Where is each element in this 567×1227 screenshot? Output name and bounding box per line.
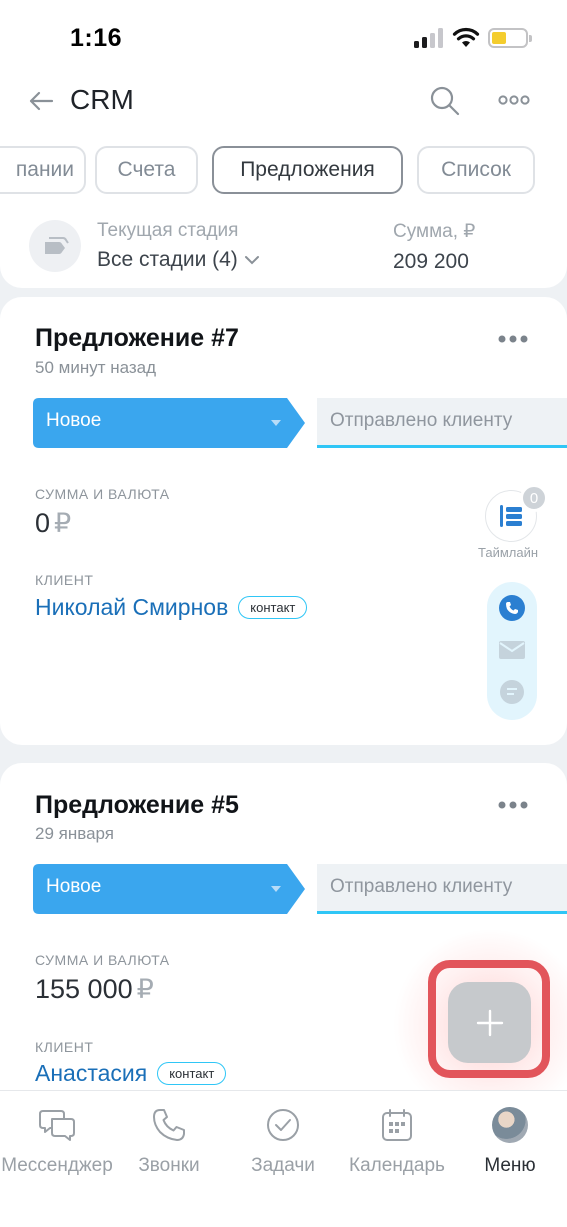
timeline-label: Таймлайн bbox=[478, 545, 539, 560]
add-button[interactable] bbox=[448, 982, 531, 1063]
contact-badge: контакт bbox=[157, 1062, 227, 1085]
section-tabs: пании Счета Предложения Список bbox=[0, 146, 567, 194]
client-label: КЛИЕНТ bbox=[35, 1039, 94, 1055]
stage-filter-dropdown[interactable]: Все стадии (4) bbox=[97, 248, 260, 272]
phone-icon bbox=[153, 1109, 185, 1141]
quote-title: Предложение #7 bbox=[35, 324, 239, 352]
cellular-signal-icon bbox=[414, 28, 444, 48]
top-panel: 1:16 CRM пании Счета Предложения Список … bbox=[0, 0, 567, 288]
timeline-icon bbox=[500, 505, 522, 527]
stage-next-label: Отправлено клиенту bbox=[330, 876, 513, 897]
amount-number: 0 bbox=[35, 508, 51, 538]
tabbar-item-messenger[interactable]: Мессенджер bbox=[1, 1105, 113, 1185]
mail-icon bbox=[499, 641, 525, 659]
currency-symbol: ₽ bbox=[54, 508, 72, 538]
call-button[interactable] bbox=[487, 588, 537, 628]
tabbar-item-menu[interactable]: Меню bbox=[470, 1105, 550, 1185]
chat-button[interactable] bbox=[487, 672, 537, 712]
card-more-button[interactable] bbox=[494, 329, 532, 349]
timeline-count-badge: 0 bbox=[520, 484, 548, 512]
page-title: CRM bbox=[70, 84, 134, 115]
tabbar-label: Мессенджер bbox=[1, 1155, 113, 1176]
nav-bar: CRM bbox=[0, 72, 567, 130]
chevron-down-icon bbox=[244, 256, 259, 265]
more-button[interactable] bbox=[495, 88, 533, 112]
tabbar-item-tasks[interactable]: Задачи bbox=[243, 1105, 323, 1185]
stage-next-button[interactable]: Отправлено клиенту bbox=[317, 398, 567, 448]
sum-label: Сумма, ₽ bbox=[393, 221, 476, 242]
bottom-tab-bar: Мессенджер Звонки Задачи Календарь Меню bbox=[0, 1090, 567, 1227]
tabbar-label: Календарь bbox=[349, 1155, 445, 1176]
quote-card[interactable]: Предложение #7 50 минут назад Новое Отпр… bbox=[0, 297, 567, 745]
amount-value: 0 ₽ bbox=[35, 508, 71, 539]
status-bar: 1:16 bbox=[0, 0, 567, 72]
stage-stack-icon bbox=[29, 220, 81, 272]
client-row: Анастасия контакт bbox=[35, 1060, 227, 1087]
client-row: Николай Смирнов контакт bbox=[35, 594, 308, 621]
tab-invoices[interactable]: Счета bbox=[95, 146, 198, 194]
more-dots-icon bbox=[498, 335, 528, 343]
amount-number: 155 000 bbox=[35, 974, 133, 1004]
more-dots-icon bbox=[498, 95, 530, 105]
battery-icon bbox=[488, 28, 532, 48]
currency-symbol: ₽ bbox=[136, 974, 154, 1004]
client-name-link[interactable]: Николай Смирнов bbox=[35, 594, 228, 621]
contact-badge: контакт bbox=[238, 596, 308, 619]
amount-label: СУММА И ВАЛЮТА bbox=[35, 952, 170, 968]
tabbar-label: Меню bbox=[484, 1155, 536, 1176]
tabbar-label: Звонки bbox=[138, 1155, 200, 1176]
messenger-icon bbox=[39, 1110, 75, 1141]
search-icon bbox=[430, 86, 460, 116]
tab-companies[interactable]: пании bbox=[0, 146, 86, 194]
stage-next-label: Отправлено клиенту bbox=[330, 410, 513, 431]
tab-quotes[interactable]: Предложения bbox=[212, 146, 403, 194]
phone-icon bbox=[499, 595, 525, 621]
stage-filter-value: Все стадии (4) bbox=[97, 248, 238, 271]
status-time: 1:16 bbox=[70, 24, 123, 52]
amount-value: 155 000 ₽ bbox=[35, 974, 154, 1005]
stage-current-label: Новое bbox=[46, 410, 102, 431]
wifi-icon bbox=[452, 26, 480, 48]
calendar-icon bbox=[382, 1109, 412, 1141]
stage-next-button[interactable]: Отправлено клиенту bbox=[317, 864, 567, 914]
tabbar-item-calls[interactable]: Звонки bbox=[129, 1105, 209, 1185]
quote-title: Предложение #5 bbox=[35, 791, 239, 819]
arrow-left-icon bbox=[29, 91, 54, 111]
tabbar-item-calendar[interactable]: Календарь bbox=[343, 1105, 451, 1185]
stage-filter-label: Текущая стадия bbox=[97, 220, 239, 241]
stage-current-button[interactable]: Новое bbox=[33, 864, 305, 914]
plus-icon bbox=[476, 1009, 503, 1036]
quote-date: 29 января bbox=[35, 824, 114, 843]
tasks-icon bbox=[267, 1109, 299, 1141]
client-name-link[interactable]: Анастасия bbox=[35, 1060, 147, 1087]
search-button[interactable] bbox=[426, 82, 464, 120]
quote-date: 50 минут назад bbox=[35, 358, 157, 377]
sum-value: 209 200 bbox=[393, 250, 469, 273]
email-button[interactable] bbox=[487, 630, 537, 670]
back-button[interactable] bbox=[24, 84, 58, 118]
amount-label: СУММА И ВАЛЮТА bbox=[35, 486, 170, 502]
stage-current-label: Новое bbox=[46, 876, 102, 897]
communication-strip bbox=[487, 582, 537, 720]
more-dots-icon bbox=[498, 801, 528, 809]
tabbar-label: Задачи bbox=[251, 1155, 315, 1176]
card-more-button[interactable] bbox=[494, 795, 532, 815]
client-label: КЛИЕНТ bbox=[35, 572, 94, 588]
avatar bbox=[492, 1107, 528, 1143]
tab-list[interactable]: Список bbox=[417, 146, 535, 194]
chat-bubble-icon bbox=[500, 680, 524, 704]
stage-summary: Текущая стадия Все стадии (4) Сумма, ₽ 2… bbox=[0, 210, 567, 280]
stage-current-button[interactable]: Новое bbox=[33, 398, 305, 448]
